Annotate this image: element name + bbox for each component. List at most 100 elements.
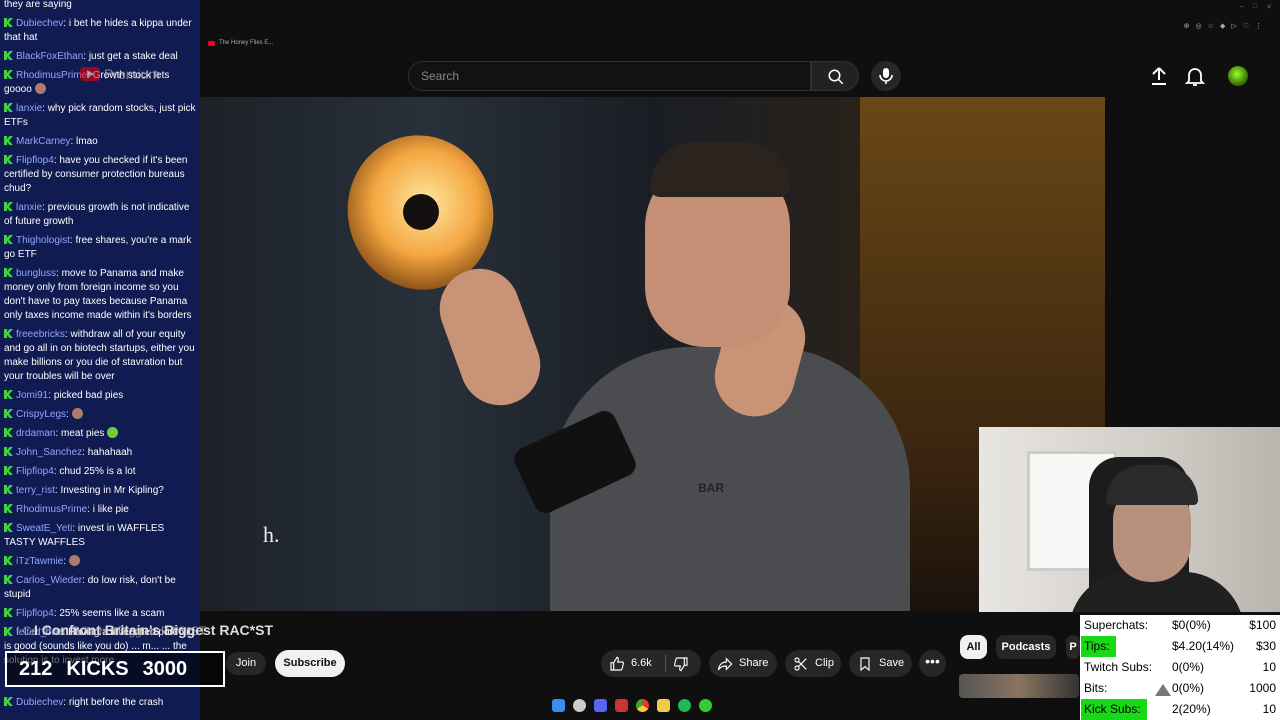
chat-username[interactable]: BlackFoxEthan	[16, 51, 83, 62]
chat-username[interactable]: Dubiechev	[16, 18, 63, 29]
chat-username[interactable]: terry_rist	[16, 485, 55, 496]
chat-message: freeebricks: withdraw all of your equity…	[4, 329, 195, 382]
kick-badge-icon	[4, 18, 13, 27]
browser-tab[interactable]: The Honey Files E...	[208, 40, 273, 46]
voice-search-button[interactable]	[871, 61, 901, 91]
kicks-label: KICKS	[66, 657, 129, 680]
chip-podcasts[interactable]: Podcasts	[996, 635, 1056, 659]
kick-badge-icon	[4, 608, 13, 617]
search-button[interactable]	[811, 61, 859, 91]
save-button[interactable]: Save	[849, 650, 912, 677]
stat-goal: $30	[1255, 639, 1276, 653]
upload-icon[interactable]	[1147, 64, 1171, 88]
spotify-icon[interactable]	[678, 699, 691, 712]
chat-username[interactable]: MarkCarney	[16, 136, 70, 147]
kick-badge-icon	[4, 390, 13, 399]
bits-triangle-icon	[1155, 684, 1171, 696]
share-label: Share	[739, 657, 769, 669]
chat-username[interactable]: Flipflop4	[16, 466, 54, 477]
join-button[interactable]: Join	[226, 652, 266, 675]
stat-value: $0(0%)	[1172, 618, 1211, 632]
zoom-icon[interactable]: ⊕	[1184, 22, 1190, 30]
like-icon[interactable]	[609, 656, 625, 672]
notifications-bell-icon[interactable]	[1183, 64, 1207, 88]
chat-username[interactable]: Carlos_Wieder	[16, 575, 82, 586]
chat-username[interactable]: Flipflop4	[16, 155, 54, 166]
chat-message: terry_rist: Investing in Mr Kipling?	[4, 482, 196, 501]
share-button[interactable]: Share	[709, 650, 777, 677]
chat-username[interactable]: Dubiechev	[16, 697, 63, 708]
chat-text: Investing in Mr Kipling?	[60, 485, 164, 496]
chat-username[interactable]: Flipflop4	[16, 608, 54, 619]
related-video-thumbnail[interactable]	[959, 674, 1079, 698]
kick-badge-icon	[4, 447, 13, 456]
video-player[interactable]: BAR h.	[200, 97, 1105, 611]
chat-username[interactable]: iTzTawmie	[16, 556, 63, 567]
chat-message: Dubiechev: i bet he hides a kippa under …	[4, 18, 192, 43]
chat-username[interactable]: lanxie	[16, 103, 42, 114]
chat-username[interactable]: freeebricks	[16, 329, 65, 340]
chat-message: MarkCarney: lmao	[4, 133, 196, 152]
emote-icon	[107, 427, 119, 438]
chat-username[interactable]: CrispyLegs	[16, 409, 66, 420]
maximize-icon[interactable]: □	[1253, 3, 1257, 11]
discord-icon[interactable]	[594, 699, 607, 712]
clip-button[interactable]: Clip	[785, 650, 841, 677]
chat-text: 25% seems like a scam	[59, 608, 165, 619]
chat-message: drdaman: meat pies	[4, 425, 196, 444]
chat-username[interactable]: John_Sanchez	[16, 447, 82, 458]
dislike-icon[interactable]	[673, 656, 689, 672]
chat-message-list: Dubiechev: i bet he hides a kippa under …	[4, 15, 196, 671]
subscribe-button[interactable]: Subscribe	[275, 650, 345, 677]
chat-username[interactable]: RhodimusPrime	[16, 70, 87, 81]
chat-message: Carlos_Wieder: do low risk, don't be stu…	[4, 575, 176, 600]
chrome-icon[interactable]	[636, 699, 649, 712]
chat-username[interactable]: lanxie	[16, 202, 42, 213]
youtube-favicon-icon	[208, 40, 215, 46]
menu-icon[interactable]: ⋮	[1255, 22, 1262, 30]
chat-username[interactable]: Thighologist	[16, 235, 70, 246]
stat-label: Bits:	[1084, 681, 1108, 695]
stat-row: Superchats: $0(0%) $100	[1080, 615, 1280, 636]
stat-goal: 1000	[1249, 681, 1276, 695]
windows-icon[interactable]	[552, 699, 565, 712]
kick-badge-icon	[4, 428, 13, 437]
chat-username[interactable]: SweatE_Yeti	[16, 523, 72, 534]
minimize-icon[interactable]: –	[1240, 3, 1244, 11]
stat-value: 2(20%)	[1172, 702, 1211, 716]
more-actions-button[interactable]: •••	[919, 650, 946, 677]
xbox-icon[interactable]	[699, 699, 712, 712]
scissors-icon	[794, 657, 807, 671]
chat-username[interactable]: Jomi91	[16, 390, 48, 401]
chat-username[interactable]: RhodimusPrime	[16, 504, 87, 515]
like-separator	[665, 655, 666, 672]
app-icon[interactable]	[615, 699, 628, 712]
like-count[interactable]: 6.6k	[631, 650, 652, 677]
account-avatar[interactable]	[1228, 66, 1248, 86]
stat-goal: $100	[1249, 618, 1276, 632]
search-input[interactable]: Search	[408, 61, 811, 91]
chat-username[interactable]: drdaman	[16, 428, 55, 439]
bookmark-icon[interactable]: ☆	[1208, 22, 1214, 30]
chat-message: John_Sanchez: hahahaah	[4, 444, 196, 463]
youtube-logo[interactable]: Premium	[80, 66, 160, 82]
stat-label: Twitch Subs:	[1084, 660, 1153, 674]
stat-goal: 10	[1262, 660, 1276, 674]
play-icon[interactable]: ▷	[1231, 22, 1236, 30]
chat-username[interactable]: bungluss	[16, 268, 56, 279]
heart-icon[interactable]: ♡	[1243, 22, 1249, 30]
translate-icon[interactable]: ◎	[1196, 22, 1202, 30]
chat-text: right before the crash	[68, 697, 164, 708]
extension-icons: ⊕ ◎ ☆ ◆ ▷ ♡ ⋮	[1184, 22, 1262, 30]
stat-label: Kick Subs:	[1081, 699, 1147, 720]
window-controls: – □ ✕	[1240, 3, 1272, 11]
chip-truncated[interactable]: P	[1066, 635, 1080, 659]
kicks-count: 212	[19, 657, 53, 680]
emote-icon	[68, 555, 80, 566]
close-icon[interactable]: ✕	[1266, 3, 1272, 11]
stat-row: Kick Subs: 2(20%) 10	[1080, 699, 1280, 720]
folder-icon[interactable]	[657, 699, 670, 712]
shield-icon[interactable]: ◆	[1220, 22, 1225, 30]
search-icon[interactable]	[573, 699, 586, 712]
chip-all[interactable]: All	[960, 635, 987, 659]
